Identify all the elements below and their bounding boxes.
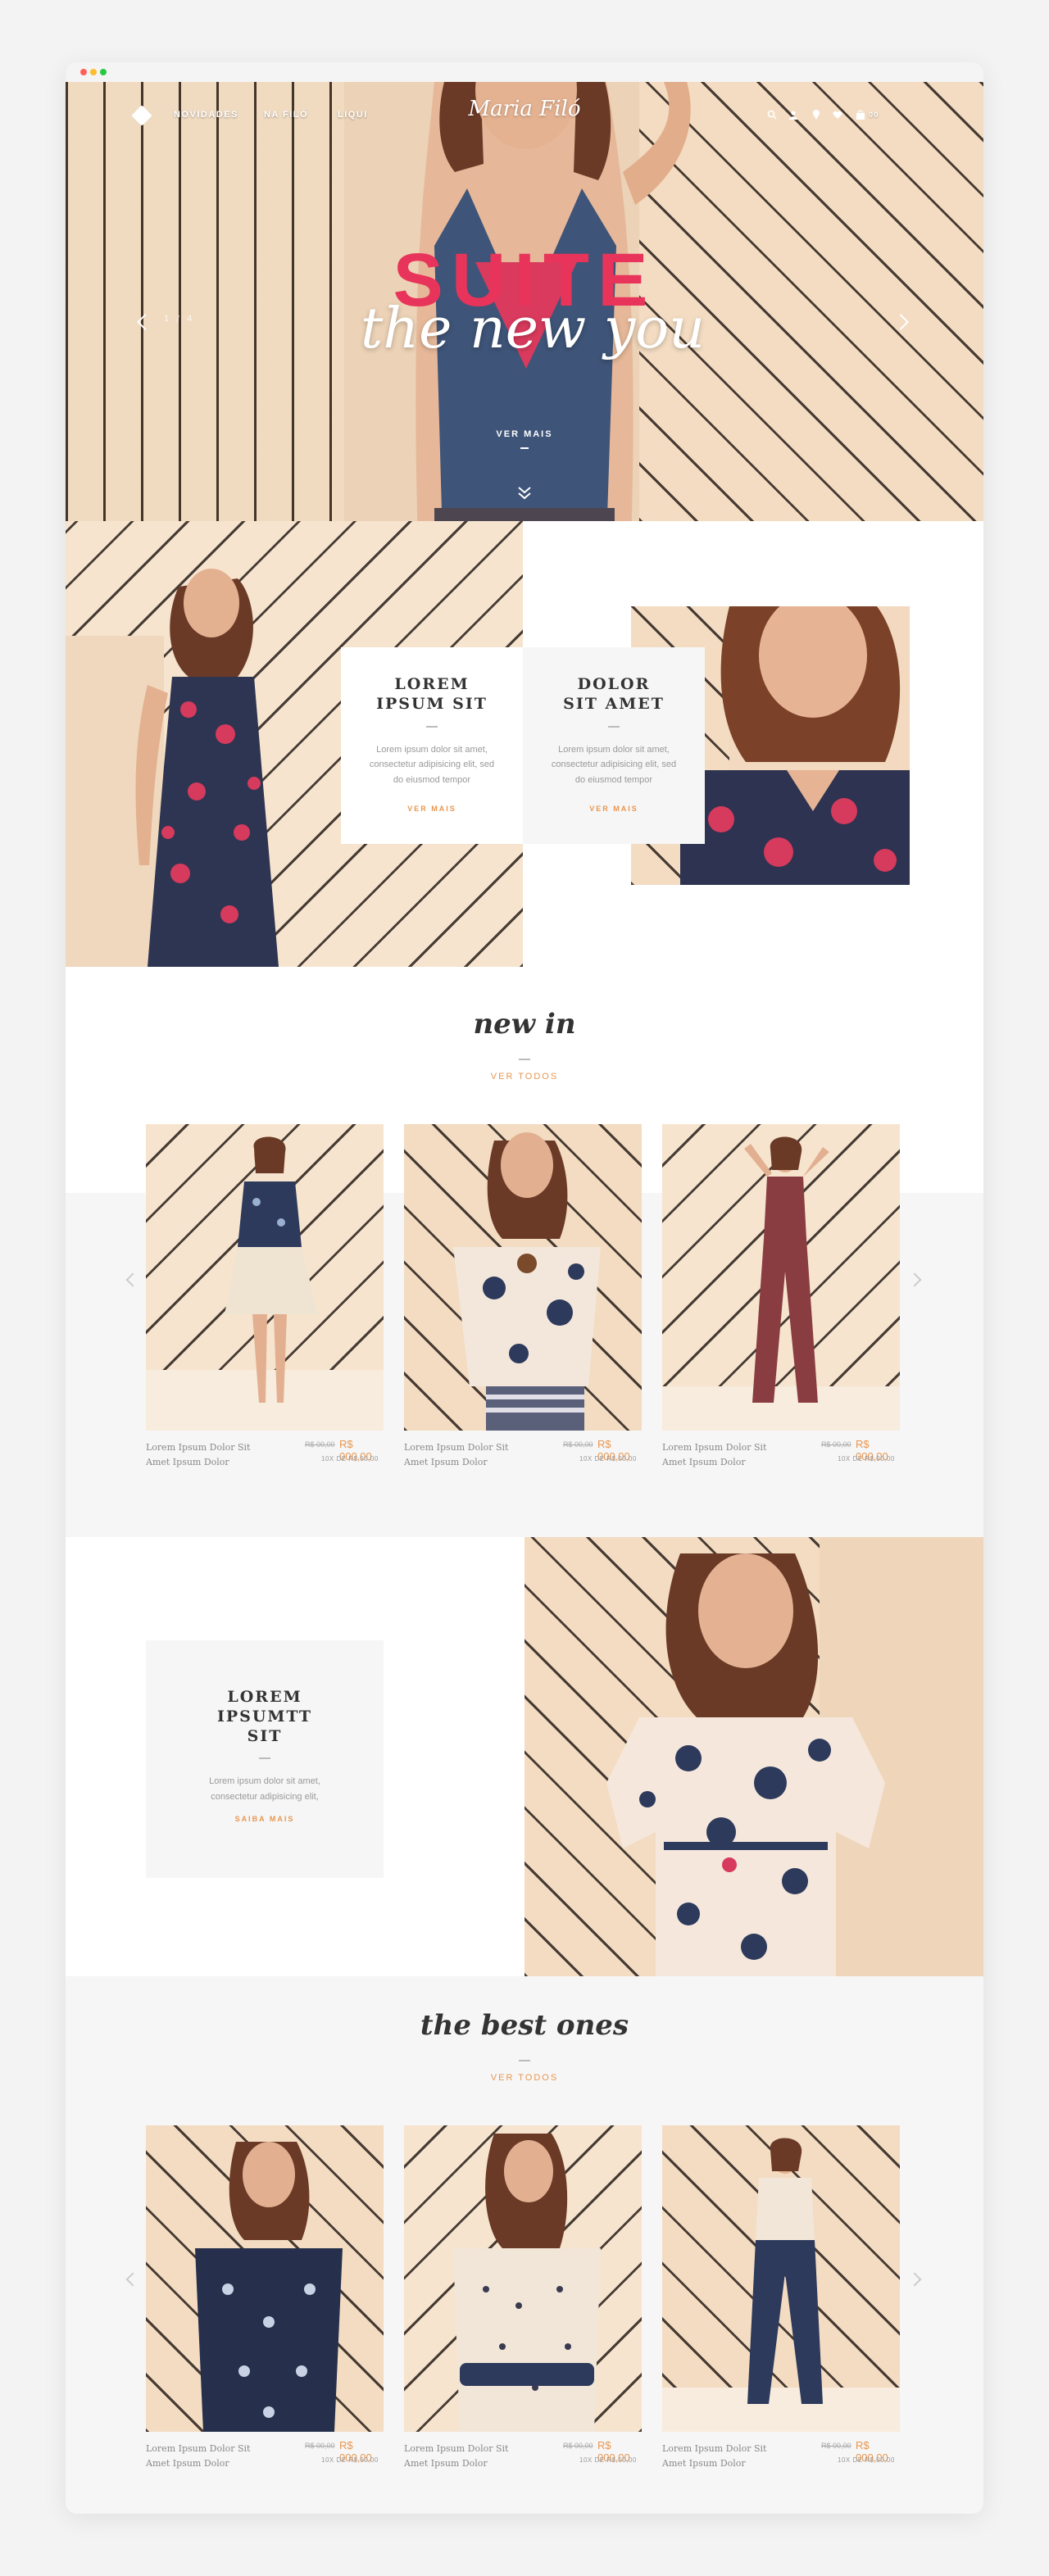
product-image[interactable]: [662, 2125, 900, 2432]
nav-item-novidades[interactable]: NOVIDADES: [174, 110, 238, 120]
section-title-best-ones: the best ones: [420, 2009, 629, 2042]
section-divider: [519, 1059, 530, 1060]
product-card[interactable]: Lorem Ipsum Dolor Sit Amet Ipsum Dolor R…: [146, 1124, 384, 1476]
card-divider: [608, 725, 620, 728]
product-old-price: R$ 00,00: [821, 2442, 851, 2450]
bag-count: 00: [869, 111, 880, 119]
brand-logo[interactable]: Maria Filó: [467, 97, 582, 121]
view-all-link[interactable]: VER TODOS: [66, 1072, 983, 1082]
product-image[interactable]: [146, 2125, 384, 2432]
product-image[interactable]: [404, 1124, 642, 1431]
product-old-price: R$ 00,00: [563, 2442, 593, 2450]
product-installments: 10X DE R$ 00,00: [579, 1455, 637, 1463]
product-card[interactable]: Lorem Ipsum Dolor Sit Amet Ipsum Dolor R…: [404, 2125, 642, 2478]
product-card[interactable]: Lorem Ipsum Dolor Sit Amet Ipsum Dolor R…: [404, 1124, 642, 1476]
editorial-image-floral[interactable]: [524, 1537, 983, 1976]
product-name: Lorem Ipsum Dolor Sit Amet Ipsum Dolor: [404, 2443, 509, 2469]
product-installments: 10X DE R$ 00,00: [321, 1455, 379, 1463]
product-installments: 10X DE R$ 00,00: [579, 2456, 637, 2464]
editorial-card-2: DOLOR SIT AMET Lorem ipsum dolor sit ame…: [523, 647, 705, 844]
product-card[interactable]: Lorem Ipsum Dolor Sit Amet Ipsum Dolor R…: [662, 1124, 900, 1476]
nav-item-liqui[interactable]: LIQUI: [338, 110, 368, 120]
card-text: Lorem ipsum dolor sit amet, consectetur …: [551, 744, 677, 785]
hero-background-paneling: [66, 82, 344, 521]
product-model: [662, 1136, 900, 1431]
menu-diamond-icon[interactable]: [131, 105, 152, 126]
product-name: Lorem Ipsum Dolor Sit Amet Ipsum Dolor: [662, 2443, 767, 2469]
card-text: Lorem ipsum dolor sit amet, consectetur …: [209, 1776, 320, 1802]
product-model: [195, 2142, 343, 2432]
bag-icon[interactable]: [856, 110, 865, 120]
hero-script-title: the new you: [361, 297, 705, 361]
card-divider: [426, 725, 438, 728]
browser-window: NOVIDADES NA FILÓ LIQUI Maria Filó 00 1 …: [66, 62, 983, 2514]
editorial-card-3: LOREM IPSUMTT SIT Lorem ipsum dolor sit …: [146, 1640, 384, 1878]
user-icon[interactable]: [788, 110, 798, 120]
product-model: [453, 1132, 601, 1431]
product-name: Lorem Ipsum Dolor Sit Amet Ipsum Dolor: [404, 1442, 509, 1467]
editorial-model-floral: [606, 1537, 983, 1976]
product-card[interactable]: Lorem Ipsum Dolor Sit Amet Ipsum Dolor R…: [662, 2125, 900, 2478]
chevron-down-icon[interactable]: [516, 485, 533, 501]
window-titlebar: [66, 62, 983, 82]
product-installments: 10X DE R$ 00,00: [838, 1455, 895, 1463]
product-old-price: R$ 00,00: [305, 1440, 335, 1449]
hero-banner: NOVIDADES NA FILÓ LIQUI Maria Filó 00 1 …: [66, 82, 983, 521]
product-model: [146, 1136, 384, 1431]
product-image[interactable]: [662, 1124, 900, 1431]
card-text: Lorem ipsum dolor sit amet, consectetur …: [369, 744, 495, 785]
view-all-link[interactable]: VER TODOS: [66, 2073, 983, 2083]
product-installments: 10X DE R$ 00,00: [838, 2456, 895, 2464]
maximize-window-icon[interactable]: [100, 69, 107, 75]
location-icon[interactable]: [811, 110, 821, 120]
section-title-new-in: new in: [473, 1008, 576, 1041]
product-card[interactable]: Lorem Ipsum Dolor Sit Amet Ipsum Dolor R…: [146, 2125, 384, 2478]
card-link[interactable]: VER MAIS: [341, 805, 523, 813]
card-title: DOLOR SIT AMET: [563, 675, 665, 713]
product-image[interactable]: [404, 2125, 642, 2432]
main-navigation: NOVIDADES NA FILÓ LIQUI Maria Filó 00: [66, 82, 983, 147]
product-installments: 10X DE R$ 00,00: [321, 2456, 379, 2464]
product-name: Lorem Ipsum Dolor Sit Amet Ipsum Dolor: [662, 1442, 767, 1467]
product-name: Lorem Ipsum Dolor Sit Amet Ipsum Dolor: [146, 2443, 251, 2469]
hero-cta-underline: [520, 447, 529, 449]
heart-icon[interactable]: [833, 110, 842, 120]
product-old-price: R$ 00,00: [305, 2442, 335, 2450]
card-title: LOREM IPSUMTT SIT: [216, 1688, 313, 1745]
slide-counter: 1 / 4: [164, 315, 195, 324]
product-image[interactable]: [146, 1124, 384, 1431]
nav-item-na-filo[interactable]: NA FILÓ: [264, 110, 308, 120]
product-model: [662, 2138, 900, 2432]
product-old-price: R$ 00,00: [563, 1440, 593, 1449]
card-link[interactable]: VER MAIS: [523, 805, 705, 813]
search-icon[interactable]: [767, 110, 777, 120]
card-link[interactable]: SAIBA MAIS: [146, 1815, 384, 1823]
hero-cta-button[interactable]: VER MAIS: [475, 429, 574, 439]
product-name: Lorem Ipsum Dolor Sit Amet Ipsum Dolor: [146, 1442, 251, 1467]
editorial-card-1: LOREM IPSUM SIT Lorem ipsum dolor sit am…: [341, 647, 523, 844]
section-divider: [519, 2060, 530, 2061]
minimize-window-icon[interactable]: [90, 69, 97, 75]
card-title: LOREM IPSUM SIT: [376, 675, 488, 713]
product-old-price: R$ 00,00: [821, 1440, 851, 1449]
product-model: [453, 2134, 601, 2432]
card-divider: [259, 1757, 270, 1760]
close-window-icon[interactable]: [80, 69, 87, 75]
